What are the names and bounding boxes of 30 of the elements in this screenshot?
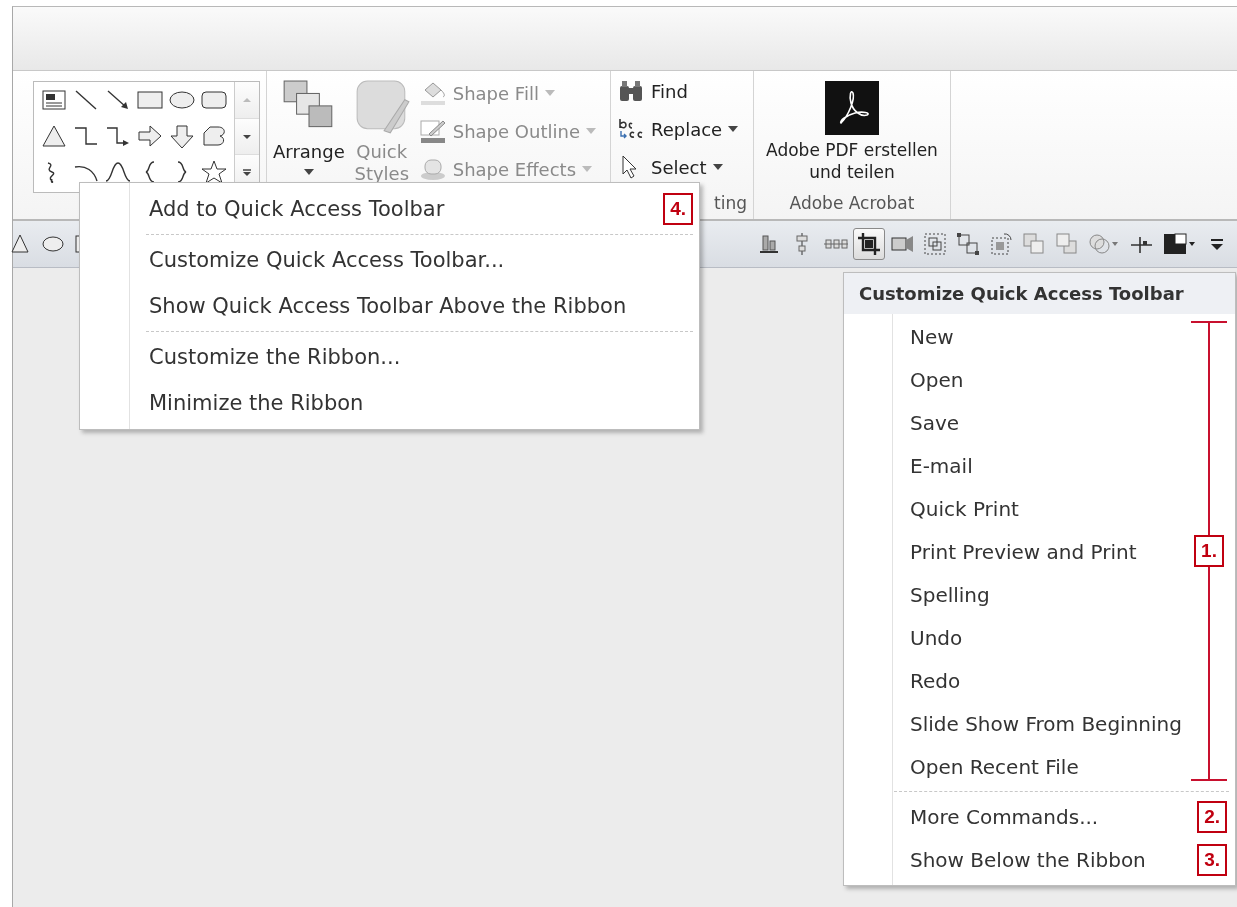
create-pdf-button[interactable]: Adobe PDF erstellen und teilen xyxy=(759,77,944,183)
editing-button[interactable]: Replace xyxy=(616,113,739,145)
menu-item[interactable]: Open Recent File xyxy=(910,754,1079,779)
menu-item[interactable]: Add to Quick Access Toolbar xyxy=(149,197,445,221)
menu-item[interactable]: Customize Quick Access Toolbar... xyxy=(149,248,505,272)
menu-item[interactable]: Customize the Ribbon... xyxy=(149,345,401,369)
menu-item[interactable]: More Commands... xyxy=(910,804,1099,829)
arrange-button[interactable]: Arrange xyxy=(273,77,345,175)
menu-item[interactable]: Print Preview and Print xyxy=(910,539,1137,564)
menu-item[interactable]: Redo xyxy=(910,668,961,693)
menu-item[interactable]: Save xyxy=(910,410,960,435)
menu-item[interactable]: New xyxy=(910,324,954,349)
callout-number: 4. xyxy=(663,193,693,225)
editing-button[interactable]: Select xyxy=(616,151,739,183)
menu-item[interactable]: Show Quick Access Toolbar Above the Ribbon xyxy=(149,294,627,318)
menu-item[interactable]: Minimize the Ribbon xyxy=(149,391,364,415)
menu-item[interactable]: E-mail xyxy=(910,453,973,478)
menu-item[interactable]: Undo xyxy=(910,625,963,650)
group-label: ting xyxy=(714,193,747,215)
callout-number: 2. xyxy=(1197,800,1227,833)
menu-item[interactable]: Quick Print xyxy=(910,496,1019,521)
menu-title: Customize Quick Access Toolbar xyxy=(844,273,1235,314)
editing-button[interactable]: Find xyxy=(616,75,739,107)
menu-item[interactable]: Open xyxy=(910,367,964,392)
menu-item[interactable]: Slide Show From Beginning xyxy=(910,711,1182,736)
menu-item[interactable]: Show Below the Ribbon xyxy=(910,847,1146,872)
callout-number: 1. xyxy=(1194,535,1224,567)
group-label: Adobe Acrobat xyxy=(789,193,915,215)
callout-number: 3. xyxy=(1197,843,1227,876)
menu-item[interactable]: Spelling xyxy=(910,582,990,607)
